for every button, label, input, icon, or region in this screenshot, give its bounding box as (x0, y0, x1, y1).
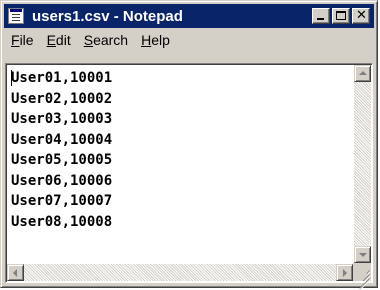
text-line: User07,10007 (11, 193, 113, 209)
menu-help[interactable]: Help (141, 32, 170, 48)
icon-line (12, 17, 20, 18)
scroll-right-arrow-icon (343, 269, 347, 277)
menu-help-accelerator: H (141, 32, 152, 48)
menu-file-label: ile (19, 32, 34, 48)
vertical-scrollbar[interactable] (354, 65, 371, 263)
text-line: User04,10004 (11, 131, 113, 148)
menu-help-label: elp (151, 32, 170, 48)
scroll-right-button[interactable] (336, 264, 353, 281)
maximize-icon (336, 11, 346, 20)
editor-text[interactable]: User01,10001 User02,10002 User03,10003 User… (11, 68, 350, 260)
menu-edit[interactable]: Edit (47, 32, 71, 48)
menu-bar: File Edit Search Help (4, 29, 374, 51)
icon-line (12, 14, 20, 15)
window-title: users1.csv - Notepad (32, 7, 183, 25)
menu-edit-label: dit (55, 32, 71, 48)
text-line: User06,10006 (11, 172, 113, 189)
menu-file[interactable]: File (11, 32, 34, 48)
grip-line (366, 270, 370, 274)
text-line: User05,10005 (11, 152, 113, 168)
maximize-button[interactable] (332, 8, 350, 24)
minimize-button[interactable] (312, 8, 330, 24)
menu-file-accelerator: F (11, 32, 20, 48)
close-button[interactable]: ✕ (352, 8, 370, 24)
scroll-left-arrow-icon (13, 269, 17, 277)
icon-line (12, 20, 20, 21)
text-line: User03,10003 (11, 111, 113, 127)
scroll-left-button[interactable] (7, 264, 24, 281)
text-caret (11, 70, 12, 86)
close-icon: ✕ (356, 8, 367, 23)
notepad-icon[interactable] (8, 8, 24, 24)
text-line: User08,10008 (11, 213, 113, 230)
caption-buttons: ✕ (310, 8, 370, 24)
menu-search-label: earch (93, 32, 129, 48)
menu-edit-accelerator: E (46, 32, 56, 48)
notepad-window: users1.csv - Notepad ✕ File Edit Search … (0, 0, 378, 289)
menu-search-accelerator: S (83, 32, 94, 48)
horizontal-scrollbar[interactable] (7, 264, 353, 281)
scroll-up-arrow-icon (359, 71, 367, 75)
text-editor[interactable]: User01,10001 User02,10002 User03,10003 User… (5, 63, 373, 289)
title-bar[interactable]: users1.csv - Notepad ✕ (4, 4, 374, 28)
scroll-down-button[interactable] (354, 246, 371, 263)
scroll-up-button[interactable] (354, 65, 371, 82)
scroll-down-arrow-icon (359, 253, 367, 257)
menu-search[interactable]: Search (84, 32, 128, 48)
minimize-icon (317, 18, 324, 20)
text-line: User01,10001 (11, 70, 113, 86)
text-line: User02,10002 (11, 90, 113, 107)
size-grip-icon[interactable] (353, 263, 371, 289)
